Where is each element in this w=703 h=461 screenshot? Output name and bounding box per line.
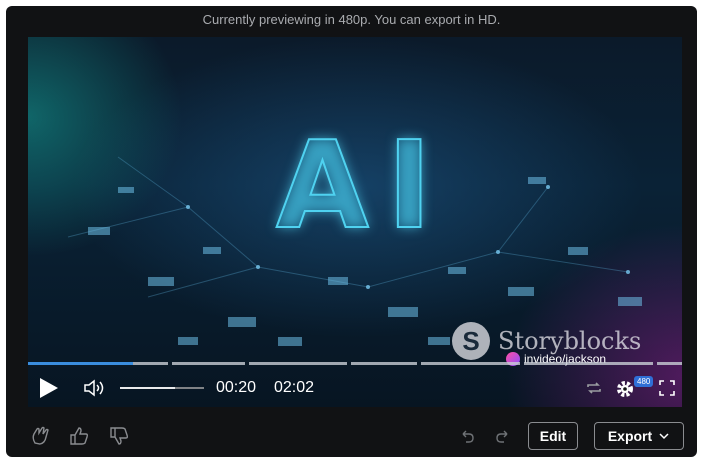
scene-segment[interactable] xyxy=(657,362,682,365)
like-button[interactable] xyxy=(66,423,92,449)
clap-icon xyxy=(32,426,49,445)
play-button[interactable] xyxy=(36,375,60,401)
playback-progress xyxy=(28,362,133,365)
scene-segment[interactable] xyxy=(172,362,245,365)
undo-icon xyxy=(462,430,474,443)
duration: 02:02 xyxy=(274,379,315,396)
settings-icon xyxy=(617,381,633,397)
volume-level xyxy=(120,387,175,389)
play-icon xyxy=(40,378,58,398)
bottom-toolbar: Edit Export xyxy=(6,416,697,457)
thumbs-up-icon xyxy=(70,427,89,445)
ai-title-art: AI xyxy=(275,116,450,257)
scene-segment[interactable] xyxy=(351,362,417,365)
dislike-button[interactable] xyxy=(106,423,132,449)
settings-button[interactable] xyxy=(614,378,636,400)
volume-icon xyxy=(84,379,104,397)
fullscreen-icon xyxy=(659,380,675,396)
edit-button[interactable]: Edit xyxy=(528,422,578,450)
redo-button[interactable] xyxy=(490,423,516,449)
volume-button[interactable] xyxy=(82,377,108,399)
video-frame[interactable]: AI S Storyblocks invideo/jackson 00:20 0… xyxy=(28,37,682,407)
thumbs-down-icon xyxy=(110,427,129,445)
current-time: 00:20 xyxy=(216,379,257,396)
scene-segment[interactable] xyxy=(249,362,347,365)
export-label: Export xyxy=(607,428,653,444)
preview-quality-notice: Currently previewing in 480p. You can ex… xyxy=(202,12,501,27)
quality-badge: 480 xyxy=(634,376,654,387)
loop-icon xyxy=(587,382,601,394)
loop-button[interactable] xyxy=(584,378,604,398)
edit-label: Edit xyxy=(539,428,567,444)
video-preview-panel: Currently previewing in 480p. You can ex… xyxy=(6,6,697,457)
chevron-down-icon xyxy=(659,433,669,440)
undo-button[interactable] xyxy=(454,423,480,449)
scene-segment[interactable] xyxy=(524,362,653,365)
player-controls: 00:20 02:02 480 xyxy=(28,369,682,407)
scene-segment[interactable] xyxy=(421,362,520,365)
storyblocks-logo: S xyxy=(452,322,490,360)
fullscreen-button[interactable] xyxy=(658,379,676,397)
volume-slider[interactable] xyxy=(120,387,204,389)
redo-icon xyxy=(496,430,508,443)
scene-progress-bar[interactable] xyxy=(28,362,682,366)
clap-button[interactable] xyxy=(28,423,54,449)
export-button[interactable]: Export xyxy=(594,422,684,450)
